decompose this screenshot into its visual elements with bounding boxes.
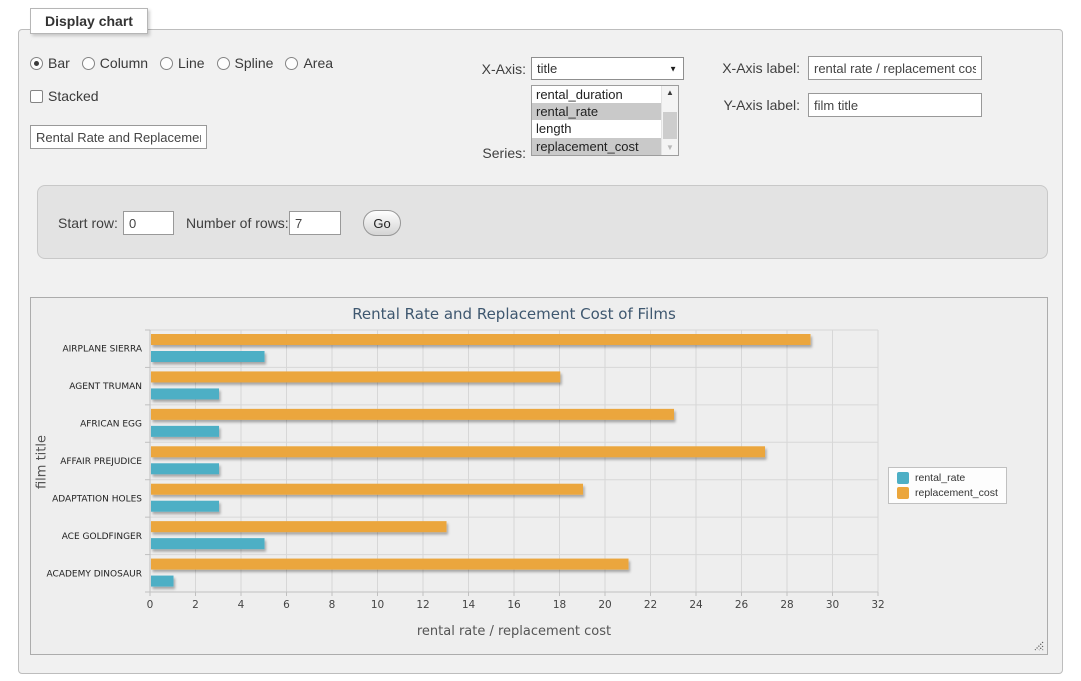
panel-title: Display chart (30, 8, 148, 34)
x-tick-label: 14 (462, 599, 476, 611)
x-tick-label: 26 (735, 599, 749, 611)
chart-type-label-bar: Bar (48, 55, 70, 71)
legend-swatch-replacement_cost (897, 487, 909, 499)
x-axis-select-wrap: title ▼ (531, 57, 684, 80)
chart-y-axis-title: film title (35, 331, 51, 594)
x-tick-label: 6 (283, 599, 290, 611)
x-tick-label: 2 (192, 599, 199, 611)
resize-handle-icon[interactable] (1033, 640, 1044, 651)
page: Display chart Bar Column Line Spline Area St… (0, 0, 1081, 681)
x-axis-label-field-label: X-Axis label: (690, 60, 800, 76)
chart-type-radio-column[interactable] (82, 57, 95, 70)
x-axis-select-label: X-Axis: (420, 61, 526, 77)
chart-type-option-column[interactable]: Column (82, 55, 148, 71)
x-tick-label: 30 (826, 599, 839, 611)
x-tick-label: 32 (871, 599, 884, 611)
chart-type-radio-bar[interactable] (30, 57, 43, 70)
scroll-down-icon[interactable]: ▼ (662, 141, 678, 155)
chart-type-option-line[interactable]: Line (160, 55, 204, 71)
x-axis-select[interactable]: title (531, 57, 684, 80)
chart-type-radio-spline[interactable] (217, 57, 230, 70)
legend-label-rental_rate: rental_rate (915, 472, 965, 484)
go-button[interactable]: Go (363, 210, 401, 236)
category-label: ADAPTATION HOLES (52, 494, 142, 504)
category-label: ACE GOLDFINGER (62, 532, 142, 542)
bar-rental_rate-african-egg (151, 426, 219, 437)
bar-replacement_cost-adaptation-holes (151, 484, 583, 495)
x-tick-label: 12 (416, 599, 429, 611)
x-tick-label: 10 (371, 599, 384, 611)
legend-label-replacement_cost: replacement_cost (915, 487, 998, 499)
bar-replacement_cost-academy-dinosaur (151, 559, 629, 570)
stacked-option[interactable]: Stacked (30, 88, 99, 104)
bar-rental_rate-ace-goldfinger (151, 538, 265, 549)
bar-rental_rate-affair-prejudice (151, 463, 219, 474)
chart-type-label-line: Line (178, 55, 204, 71)
chart-type-option-bar[interactable]: Bar (30, 55, 70, 71)
legend-item-replacement_cost[interactable]: replacement_cost (897, 487, 998, 499)
start-row-label: Start row: (58, 215, 118, 231)
legend-swatch-rental_rate (897, 472, 909, 484)
x-tick-label: 20 (598, 599, 611, 611)
chart-type-label-area: Area (303, 55, 333, 71)
series-options: rental_durationrental_ratelengthreplacem… (532, 86, 678, 155)
chart-x-axis-title: rental rate / replacement cost (150, 624, 878, 639)
bar-rental_rate-academy-dinosaur (151, 576, 174, 587)
series-option-rental_duration[interactable]: rental_duration (532, 86, 678, 103)
stacked-checkbox[interactable] (30, 90, 43, 103)
category-label: AIRPLANE SIERRA (62, 345, 142, 355)
series-label: Series: (420, 145, 526, 161)
x-tick-label: 16 (507, 599, 521, 611)
chart-title-input[interactable] (30, 125, 207, 149)
x-tick-label: 4 (238, 599, 245, 611)
series-option-replacement_cost[interactable]: replacement_cost (532, 138, 678, 155)
category-label: AFRICAN EGG (80, 420, 142, 430)
scrollbar-thumb[interactable] (663, 112, 677, 139)
x-tick-label: 0 (147, 599, 154, 611)
chart-type-radios: Bar Column Line Spline Area (30, 55, 333, 71)
number-of-rows-input[interactable] (289, 211, 341, 235)
chart-type-option-area[interactable]: Area (285, 55, 333, 71)
bar-replacement_cost-african-egg (151, 409, 674, 420)
x-tick-label: 24 (689, 599, 703, 611)
start-row-input[interactable] (123, 211, 174, 235)
category-label: ACADEMY DINOSAUR (47, 569, 142, 579)
bar-replacement_cost-airplane-sierra (151, 334, 811, 345)
row-controls-panel: Start row: Number of rows: Go (37, 185, 1048, 259)
bar-rental_rate-airplane-sierra (151, 351, 265, 362)
bar-replacement_cost-affair-prejudice (151, 446, 765, 457)
y-axis-label-field-label: Y-Axis label: (690, 97, 800, 113)
x-tick-label: 22 (644, 599, 657, 611)
x-axis-label-input[interactable] (808, 56, 982, 80)
x-tick-label: 18 (553, 599, 566, 611)
category-label: AFFAIR PREJUDICE (60, 457, 142, 467)
bar-rental_rate-adaptation-holes (151, 501, 219, 512)
category-label: AGENT TRUMAN (69, 382, 142, 392)
bar-replacement_cost-agent-truman (151, 371, 560, 382)
chart-type-option-spline[interactable]: Spline (217, 55, 274, 71)
x-tick-label: 8 (329, 599, 336, 611)
chart-type-label-spline: Spline (235, 55, 274, 71)
series-scrollbar[interactable]: ▲ ▼ (661, 86, 678, 155)
chart-legend: rental_rate replacement_cost (888, 467, 1007, 504)
legend-item-rental_rate[interactable]: rental_rate (897, 472, 998, 484)
chart-title: Rental Rate and Replacement Cost of Film… (150, 305, 878, 323)
chart-container: 02468101214161820222426283032AIRPLANE SI… (30, 297, 1048, 655)
stacked-label: Stacked (48, 88, 99, 104)
chart-type-label-column: Column (100, 55, 148, 71)
series-option-length[interactable]: length (532, 120, 678, 137)
chart-type-radio-area[interactable] (285, 57, 298, 70)
y-axis-label-input[interactable] (808, 93, 982, 117)
bar-rental_rate-agent-truman (151, 388, 219, 399)
series-listbox[interactable]: rental_durationrental_ratelengthreplacem… (531, 85, 679, 156)
bar-replacement_cost-ace-goldfinger (151, 521, 447, 532)
x-tick-label: 28 (780, 599, 793, 611)
number-of-rows-label: Number of rows: (186, 215, 289, 231)
series-option-rental_rate[interactable]: rental_rate (532, 103, 678, 120)
scroll-up-icon[interactable]: ▲ (662, 86, 678, 100)
chart-type-radio-line[interactable] (160, 57, 173, 70)
